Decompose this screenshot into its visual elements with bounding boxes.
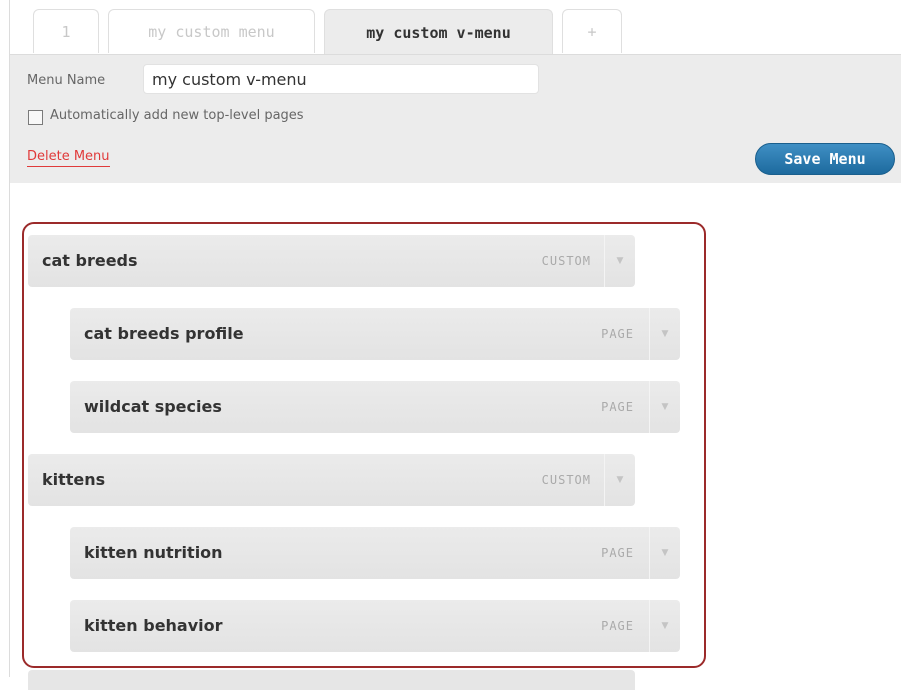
menu-item-type: PAGE [601, 619, 634, 633]
expand-arrow-icon[interactable]: ▼ [604, 454, 635, 506]
menu-item-title: cat breeds profile [84, 324, 244, 343]
menu-item-title: wildcat species [84, 397, 222, 416]
auto-add-checkbox[interactable] [28, 110, 43, 125]
tab-add-menu[interactable]: + [562, 9, 622, 53]
expand-arrow-icon[interactable]: ▼ [649, 527, 680, 579]
menu-item-partial[interactable] [28, 670, 635, 690]
menu-item-type: PAGE [601, 327, 634, 341]
menu-name-label: Menu Name [27, 73, 106, 88]
tab-my-custom-menu[interactable]: my custom menu [108, 9, 315, 53]
expand-arrow-icon[interactable]: ▼ [649, 600, 680, 652]
menu-item-title: kittens [42, 470, 106, 489]
menu-item-title: cat breeds [42, 251, 138, 270]
menu-item-wildcat-species[interactable]: wildcat species PAGE ▼ [70, 381, 680, 433]
menu-settings-panel: Menu Name Automatically add new top-leve… [10, 54, 901, 183]
menu-item-type: CUSTOM [541, 254, 591, 268]
delete-menu-link[interactable]: Delete Menu [27, 148, 110, 167]
menu-item-kitten-nutrition[interactable]: kitten nutrition PAGE ▼ [70, 527, 680, 579]
menu-item-kittens[interactable]: kittens CUSTOM ▼ [28, 454, 635, 506]
menu-item-kitten-behavior[interactable]: kitten behavior PAGE ▼ [70, 600, 680, 652]
expand-arrow-icon[interactable]: ▼ [649, 381, 680, 433]
tab-menu-1[interactable]: 1 [33, 9, 99, 53]
tab-my-custom-v-menu[interactable]: my custom v-menu [324, 9, 553, 55]
menu-item-type: CUSTOM [541, 473, 591, 487]
menu-name-input[interactable] [143, 64, 539, 94]
expand-arrow-icon[interactable]: ▼ [649, 308, 680, 360]
menu-item-type: PAGE [601, 400, 634, 414]
menu-item-title: kitten nutrition [84, 543, 223, 562]
auto-add-label: Automatically add new top-level pages [50, 108, 304, 123]
save-menu-button[interactable]: Save Menu [755, 143, 895, 175]
menu-item-cat-breeds[interactable]: cat breeds CUSTOM ▼ [28, 235, 635, 287]
menu-item-title: kitten behavior [84, 616, 223, 635]
menu-item-cat-breeds-profile[interactable]: cat breeds profile PAGE ▼ [70, 308, 680, 360]
menu-item-type: PAGE [601, 546, 634, 560]
expand-arrow-icon[interactable]: ▼ [604, 235, 635, 287]
